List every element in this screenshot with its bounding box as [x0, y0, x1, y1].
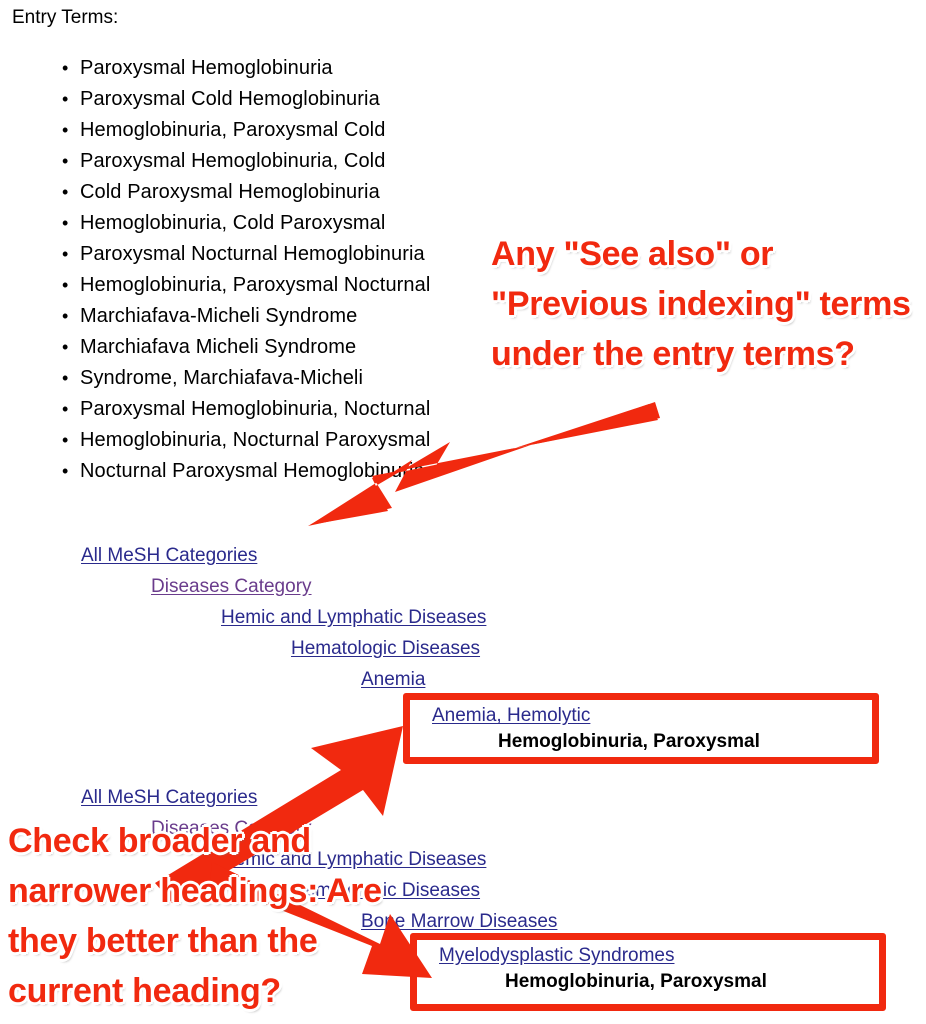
mesh-tree-row: Anemia — [0, 664, 926, 695]
entry-term-item: Hemoglobinuria, Paroxysmal Cold — [62, 115, 640, 146]
mesh-tree-row: Hematologic Diseases — [0, 633, 926, 664]
mesh-tree-link[interactable]: Anemia — [361, 664, 425, 695]
entry-term-item: Paroxysmal Hemoglobinuria, Cold — [62, 146, 640, 177]
entry-term-item: Paroxysmal Hemoglobinuria — [62, 53, 640, 84]
entry-term-item: Paroxysmal Hemoglobinuria, Nocturnal — [62, 394, 640, 425]
mesh-tree-row: Diseases Category — [0, 571, 926, 602]
highlight-box-myelodysplastic-syndromes: Myelodysplastic Syndromes Hemoglobinuria… — [410, 933, 886, 1011]
mesh-tree-link[interactable]: All MeSH Categories — [81, 540, 257, 571]
mesh-tree-row: All MeSH Categories — [0, 782, 926, 813]
tree-link-myelodysplastic-syndromes[interactable]: Myelodysplastic Syndromes — [439, 942, 674, 970]
entry-term-item: Nocturnal Paroxysmal Hemoglobinuria — [62, 456, 640, 487]
entry-term-item: Paroxysmal Cold Hemoglobinuria — [62, 84, 640, 115]
mesh-tree-link[interactable]: Hematologic Diseases — [291, 633, 480, 664]
tree-link-anemia-hemolytic[interactable]: Anemia, Hemolytic — [432, 702, 590, 730]
entry-terms-heading: Entry Terms: — [12, 7, 119, 28]
annotation-see-also-question: Any "See also" or "Previous indexing" te… — [491, 235, 911, 373]
entry-term-item: Cold Paroxysmal Hemoglobinuria — [62, 177, 640, 208]
entry-term-item: Hemoglobinuria, Nocturnal Paroxysmal — [62, 425, 640, 456]
highlight-box-anemia-hemolytic: Anemia, Hemolytic Hemoglobinuria, Paroxy… — [403, 693, 879, 764]
mesh-tree-anemia: All MeSH Categories Diseases Category Hemi… — [0, 540, 926, 695]
mesh-tree-row: All MeSH Categories — [0, 540, 926, 571]
mesh-tree-link[interactable]: All MeSH Categories — [81, 782, 257, 813]
current-heading-label-2: Hemoglobinuria, Paroxysmal — [505, 971, 767, 992]
mesh-tree-link[interactable]: Diseases Category — [151, 571, 312, 602]
annotation-broader-narrower-question: Check broader and narrower headings: Are… — [8, 822, 382, 1010]
mesh-tree-row: Hemic and Lymphatic Diseases — [0, 602, 926, 633]
mesh-tree-link[interactable]: Hemic and Lymphatic Diseases — [221, 602, 486, 633]
screenshot-root: Entry Terms: Paroxysmal HemoglobinuriaPa… — [0, 0, 926, 1024]
current-heading-label-1: Hemoglobinuria, Paroxysmal — [498, 731, 760, 752]
